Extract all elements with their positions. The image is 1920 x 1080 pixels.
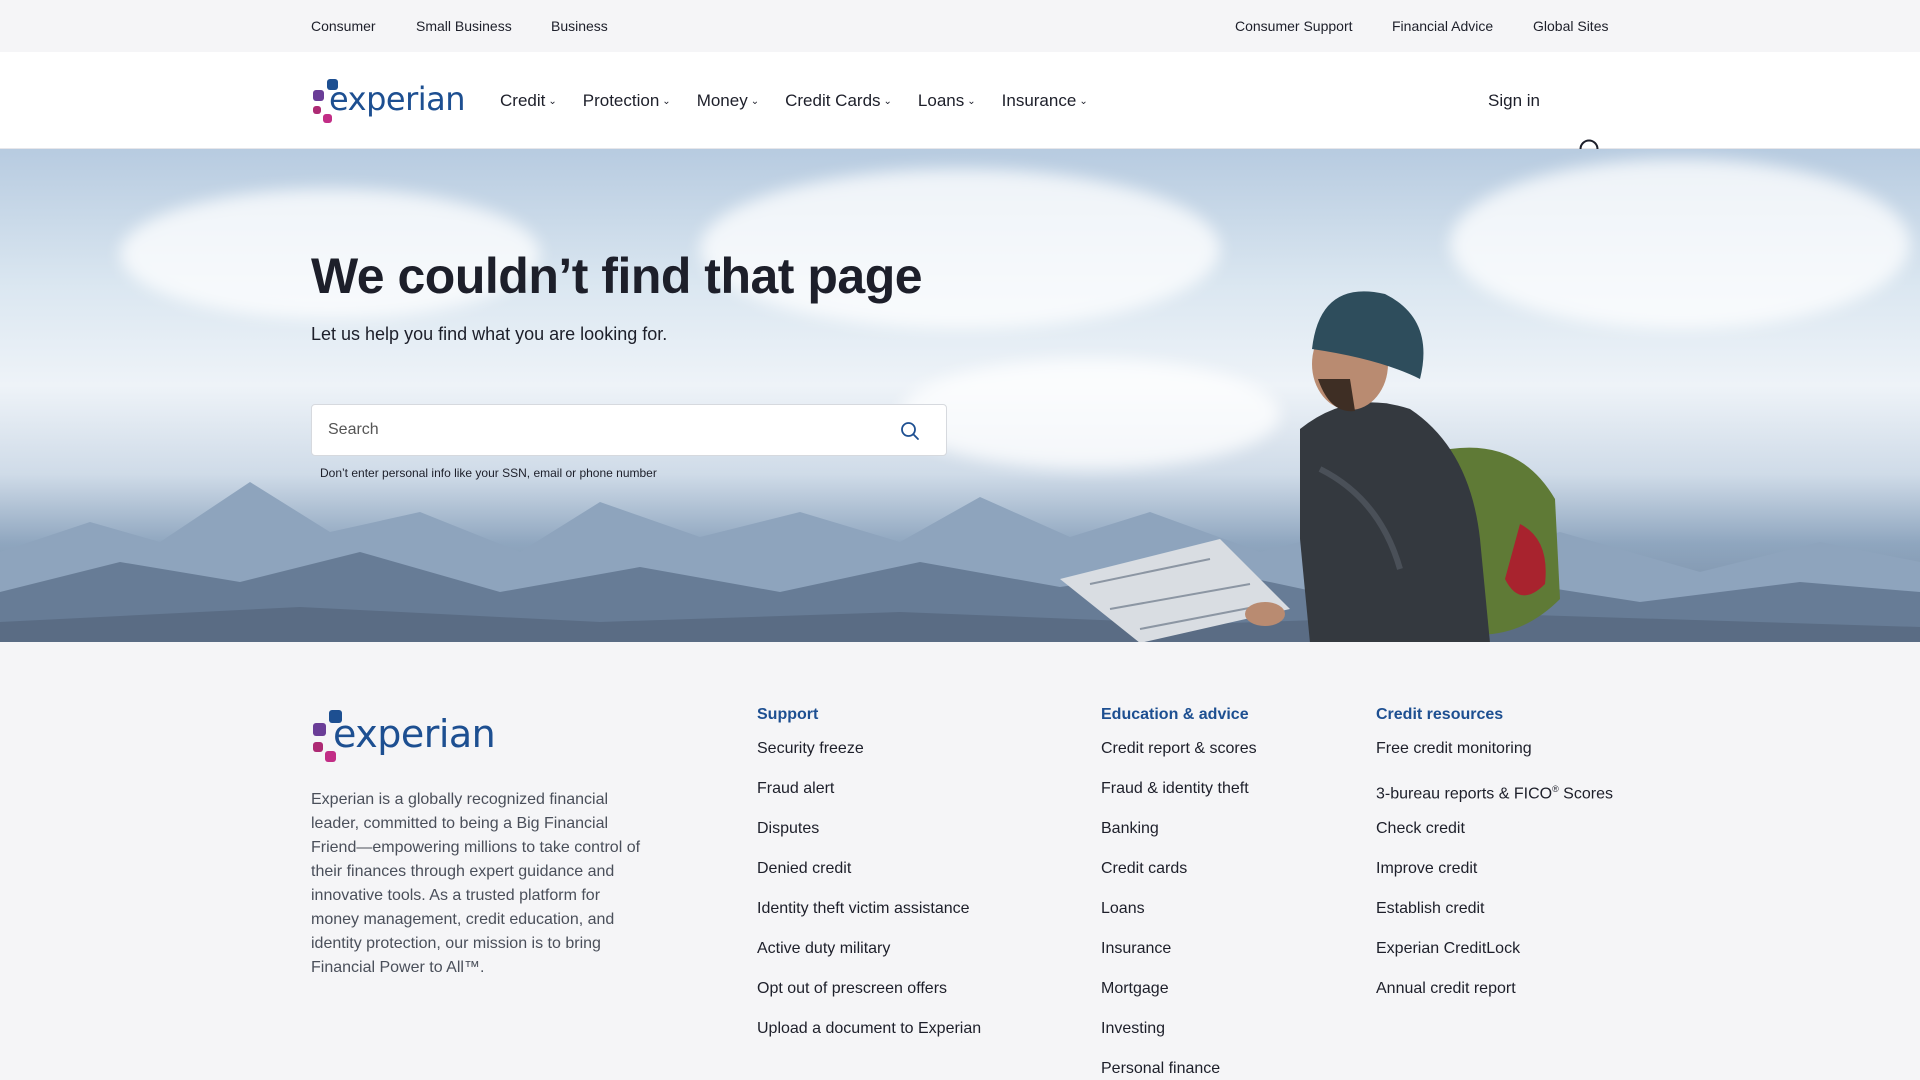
utility-link-financial-advice[interactable]: Financial Advice [1392,0,1493,52]
nav-item-loans[interactable]: Loans ⌄ [918,91,976,111]
footer-link-identity-theft-assistance[interactable]: Identity theft victim assistance [757,901,981,941]
nav-item-label: Insurance [1001,90,1077,110]
footer-link-fraud-alert[interactable]: Fraud alert [757,781,981,821]
chevron-down-icon: ⌄ [1079,96,1088,107]
chevron-down-icon: ⌄ [883,96,892,107]
hero-banner: We couldn’t find that page Let us help y… [0,149,1920,642]
nav-item-label: Loans [917,90,965,110]
logo-wordmark: experian [333,712,496,756]
main-navigation: experian Credit ⌄ Protection ⌄ Money ⌄ Cred… [0,52,1920,164]
footer-link-loans[interactable]: Loans [1101,901,1257,941]
nav-item-insurance[interactable]: Insurance ⌄ [1002,91,1088,111]
nav-item-label: Credit Cards [785,90,881,110]
footer-link-insurance[interactable]: Insurance [1101,941,1257,981]
footer-column-title: Credit resources [1376,706,1504,723]
footer-column-title: Education & advice [1101,706,1249,723]
logo-dot-magenta [313,742,323,752]
footer-experian-logo[interactable]: experian [311,706,501,766]
footer-column-education: Education & advice Credit report & score… [1101,706,1257,1080]
footer-link-security-freeze[interactable]: Security freeze [757,741,981,781]
nav-item-money[interactable]: Money ⌄ [697,91,759,111]
footer-link-disputes[interactable]: Disputes [757,821,981,861]
registered-mark: ® [1552,784,1559,794]
footer-column-support: Support Security freeze Fraud alert Disp… [757,706,981,1061]
footer-link-banking[interactable]: Banking [1101,821,1257,861]
footer-link-mortgage[interactable]: Mortgage [1101,981,1257,1021]
nav-item-protection[interactable]: Protection ⌄ [583,91,671,111]
utility-link-global-sites[interactable]: Global Sites [1533,0,1608,52]
footer-link-improve-credit[interactable]: Improve credit [1376,861,1613,901]
footer-link-free-credit-monitoring[interactable]: Free credit monitoring [1376,741,1613,781]
footer-link-active-duty-military[interactable]: Active duty military [757,941,981,981]
footer-link-establish-credit[interactable]: Establish credit [1376,901,1613,941]
footer-link-3-bureau-reports[interactable]: 3-bureau reports & FICO® Scores [1376,781,1613,821]
logo-dot-purple [313,723,326,736]
sign-in-link[interactable]: Sign in [1488,52,1540,149]
footer-link-creditlock[interactable]: Experian CreditLock [1376,941,1613,981]
site-search-box [311,404,947,456]
footer-link-label: 3-bureau reports & FICO [1376,785,1553,803]
chevron-down-icon: ⌄ [548,96,557,107]
footer-link-upload-document[interactable]: Upload a document to Experian [757,1021,981,1061]
logo-dot-magenta [313,106,321,114]
search-input[interactable] [328,405,888,455]
nav-item-credit[interactable]: Credit ⌄ [500,91,557,111]
footer-link-annual-credit-report[interactable]: Annual credit report [1376,981,1613,1021]
footer-link-check-credit[interactable]: Check credit [1376,821,1613,861]
utility-link-consumer-support[interactable]: Consumer Support [1235,0,1353,52]
footer-link-fraud-identity-theft[interactable]: Fraud & identity theft [1101,781,1257,821]
page-subtitle: Let us help you find what you are lookin… [311,324,668,344]
company-description: Experian is a globally recognized financ… [311,791,641,976]
footer-link-denied-credit[interactable]: Denied credit [757,861,981,901]
search-icon[interactable] [900,421,920,441]
footer-link-credit-cards[interactable]: Credit cards [1101,861,1257,901]
utility-link-consumer[interactable]: Consumer [311,0,376,52]
footer-column-title: Support [757,706,819,723]
experian-logo[interactable]: experian [311,76,466,128]
footer-column-credit-resources: Credit resources Free credit monitoring … [1376,706,1613,1021]
chevron-down-icon: ⌄ [750,96,760,107]
footer-link-label-suffix: Scores [1563,785,1613,803]
footer-link-investing[interactable]: Investing [1101,1021,1257,1061]
search-privacy-hint: Don’t enter personal info like your SSN,… [320,466,657,480]
logo-dot-purple [313,90,324,101]
utility-link-business[interactable]: Business [551,0,608,52]
utility-link-small-business[interactable]: Small Business [416,0,512,52]
hiker-illustration [1060,291,1560,642]
footer-link-personal-finance[interactable]: Personal finance [1101,1061,1257,1080]
footer-link-opt-out-prescreen[interactable]: Opt out of prescreen offers [757,981,981,1021]
nav-menu: Credit ⌄ Protection ⌄ Money ⌄ Credit Cards ⌄… [500,52,1114,149]
chevron-down-icon: ⌄ [967,96,976,107]
chevron-down-icon: ⌄ [662,96,671,107]
nav-item-label: Credit [500,90,546,110]
nav-item-label: Protection [582,90,660,110]
nav-item-label: Money [696,90,748,110]
nav-item-credit-cards[interactable]: Credit Cards ⌄ [785,91,892,111]
logo-wordmark: experian [329,80,466,118]
utility-bar: Consumer Small Business Business Consume… [0,0,1920,52]
footer-link-credit-report-scores[interactable]: Credit report & scores [1101,741,1257,781]
site-footer: experian Experian is a globally recogniz… [0,642,1920,1080]
page-title: We couldn’t find that page [311,248,923,304]
